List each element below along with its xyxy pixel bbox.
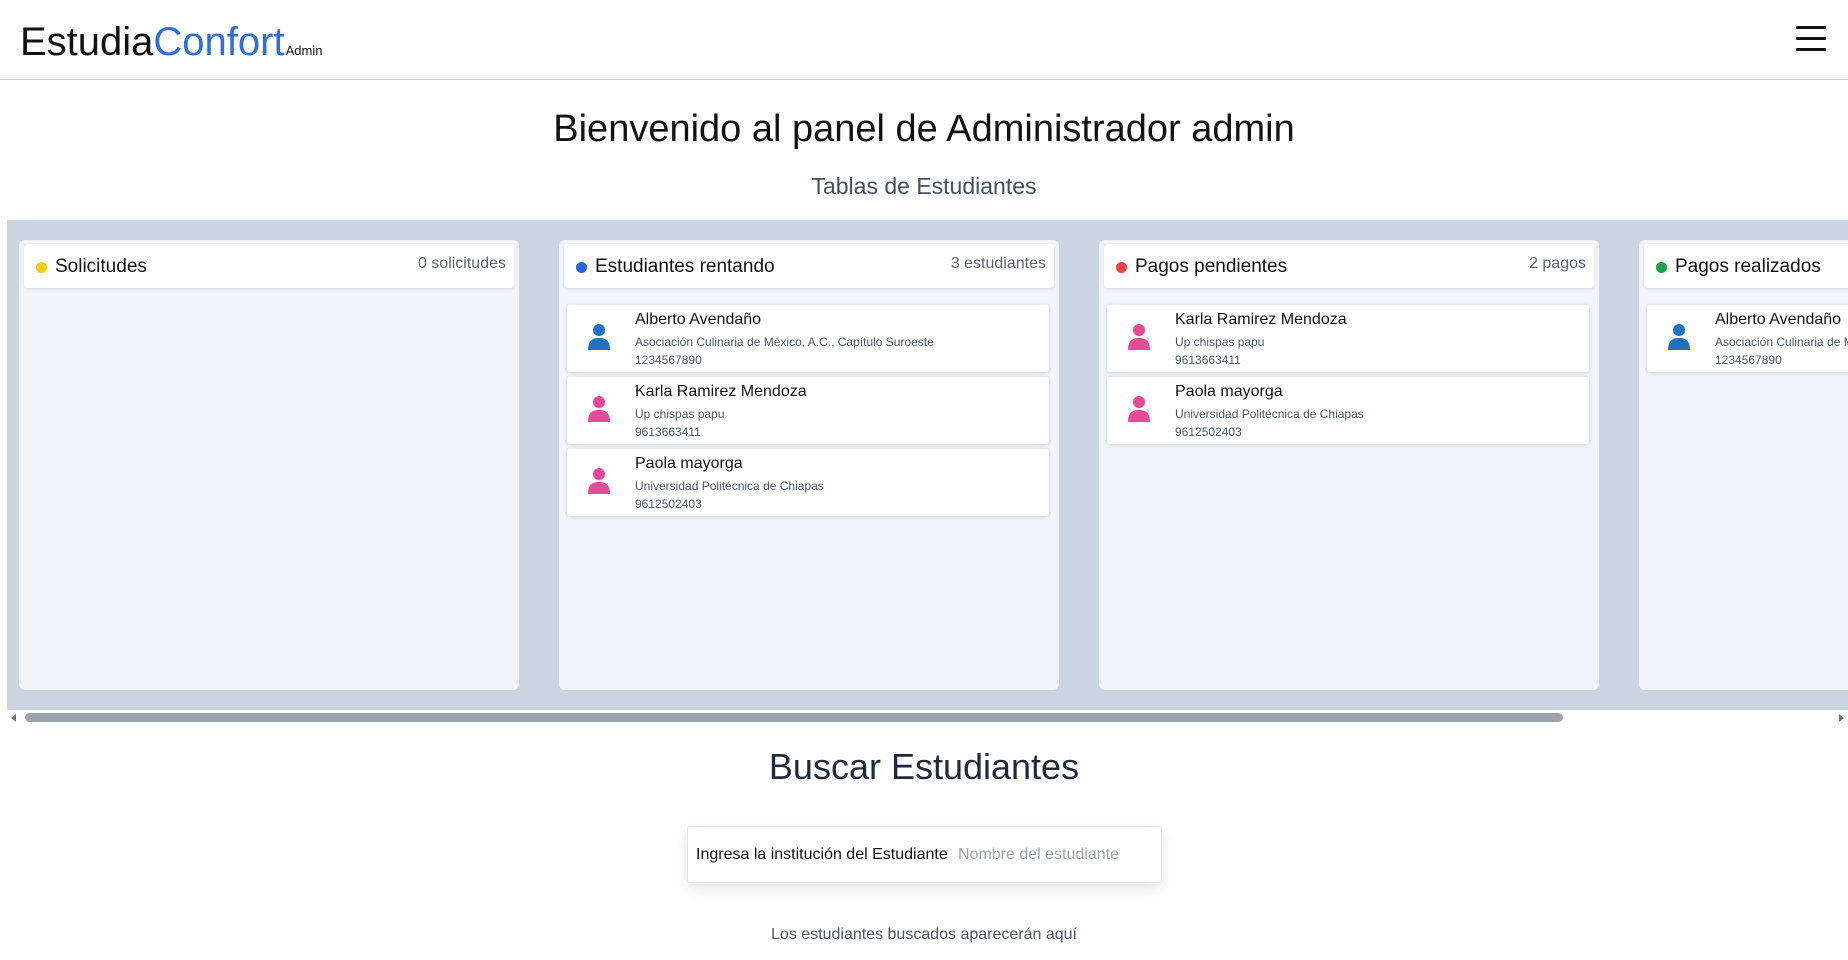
column-count: 2 pagos	[1529, 255, 1586, 272]
student-phone: 9613663411	[635, 425, 701, 439]
column-estudiantes-rentando: Estudiantes rentando 3 estudiantes Alber…	[559, 240, 1059, 690]
status-dot-icon	[36, 262, 47, 273]
column-header: Estudiantes rentando 3 estudiantes	[564, 244, 1054, 288]
user-avatar-icon	[588, 324, 610, 350]
student-phone: 1234567890	[635, 353, 702, 367]
user-avatar-icon	[1128, 396, 1150, 422]
search-heading: Buscar Estudiantes	[768, 746, 1080, 787]
brand-text-primary: Estudia	[20, 20, 154, 64]
brand-logo[interactable]: EstudiaConfortAdmin	[20, 18, 322, 75]
status-dot-icon	[1116, 262, 1127, 273]
column-solicitudes: Solicitudes 0 solicitudes	[19, 240, 519, 690]
column-header: Solicitudes 0 solicitudes	[24, 244, 514, 288]
scrollbar-thumb[interactable]	[25, 713, 1563, 722]
section-subtitle: Tablas de Estudiantes	[811, 173, 1037, 199]
student-name: Paola mayorga	[635, 455, 743, 472]
brand-admin-tag: Admin	[285, 43, 323, 58]
search-results-placeholder: Los estudiantes buscados aparecerán aquí	[771, 926, 1077, 943]
student-institution: Asociación Culinaria de México, A.C., Ca…	[1715, 335, 1848, 349]
student-name: Paola mayorga	[1175, 383, 1283, 400]
user-avatar-icon	[588, 396, 610, 422]
student-card[interactable]: Paola mayorga Universidad Politécnica de…	[1107, 377, 1589, 444]
student-institution: Up chispas papu	[1175, 335, 1265, 349]
student-name: Karla Ramirez Mendoza	[635, 383, 807, 400]
column-pagos-realizados: Pagos realizados Alberto Avendaño Asocia…	[1639, 240, 1848, 690]
scroll-right-arrow-icon[interactable]	[1839, 714, 1844, 722]
student-card[interactable]: Paola mayorga Universidad Politécnica de…	[567, 449, 1049, 516]
search-label: Ingresa la institución del Estudiante	[696, 846, 948, 863]
student-phone: 9613663411	[1175, 353, 1241, 367]
column-title: Estudiantes rentando	[595, 256, 775, 277]
student-phone: 9612502403	[1175, 425, 1242, 439]
student-institution: Up chispas papu	[635, 407, 725, 421]
status-dot-icon	[1656, 262, 1667, 273]
column-header: Pagos pendientes 2 pagos	[1104, 244, 1594, 288]
top-navbar: EstudiaConfortAdmin	[0, 0, 1848, 80]
hamburger-line	[1796, 48, 1826, 51]
scroll-left-arrow-icon[interactable]	[11, 714, 16, 722]
column-count: 0 solicitudes	[417, 255, 506, 272]
student-card[interactable]: Karla Ramirez Mendoza Up chispas papu 96…	[1107, 305, 1589, 372]
user-avatar-icon	[588, 468, 610, 494]
column-title: Pagos realizados	[1675, 256, 1821, 277]
column-title: Pagos pendientes	[1135, 256, 1288, 277]
student-card[interactable]: Alberto Avendaño Asociación Culinaria de…	[567, 305, 1049, 372]
student-institution: Universidad Politécnica de Chiapas	[1175, 407, 1364, 421]
user-avatar-icon	[1668, 324, 1690, 350]
student-phone: 1234567890	[1715, 353, 1782, 367]
student-search-input[interactable]	[958, 839, 1153, 871]
column-title: Solicitudes	[55, 256, 147, 277]
search-box: Ingresa la institución del Estudiante	[687, 826, 1162, 883]
students-board[interactable]: Solicitudes 0 solicitudes Estudiantes re…	[7, 220, 1848, 710]
brand-text-accent: Confort	[153, 20, 285, 64]
column-header: Pagos realizados	[1644, 244, 1848, 288]
column-pagos-pendientes: Pagos pendientes 2 pagos Karla Ramirez M…	[1099, 240, 1599, 690]
student-phone: 9612502403	[635, 497, 702, 511]
status-dot-icon	[576, 262, 587, 273]
board-horizontal-scrollbar[interactable]	[7, 710, 1848, 725]
hamburger-line	[1796, 37, 1826, 40]
hamburger-menu-icon[interactable]	[1796, 24, 1826, 52]
student-card[interactable]: Alberto Avendaño Asociación Culinaria de…	[1647, 305, 1848, 372]
column-count: 3 estudiantes	[950, 255, 1046, 272]
student-name: Alberto Avendaño	[635, 311, 762, 328]
student-institution: Asociación Culinaria de México, A.C., Ca…	[635, 335, 934, 349]
student-name: Karla Ramirez Mendoza	[1175, 311, 1347, 328]
user-avatar-icon	[1128, 324, 1150, 350]
hamburger-line	[1796, 26, 1826, 29]
student-card[interactable]: Karla Ramirez Mendoza Up chispas papu 96…	[567, 377, 1049, 444]
welcome-heading: Bienvenido al panel de Administrador adm…	[553, 108, 1295, 150]
student-name: Alberto Avendaño	[1715, 311, 1842, 328]
student-institution: Universidad Politécnica de Chiapas	[635, 479, 824, 493]
